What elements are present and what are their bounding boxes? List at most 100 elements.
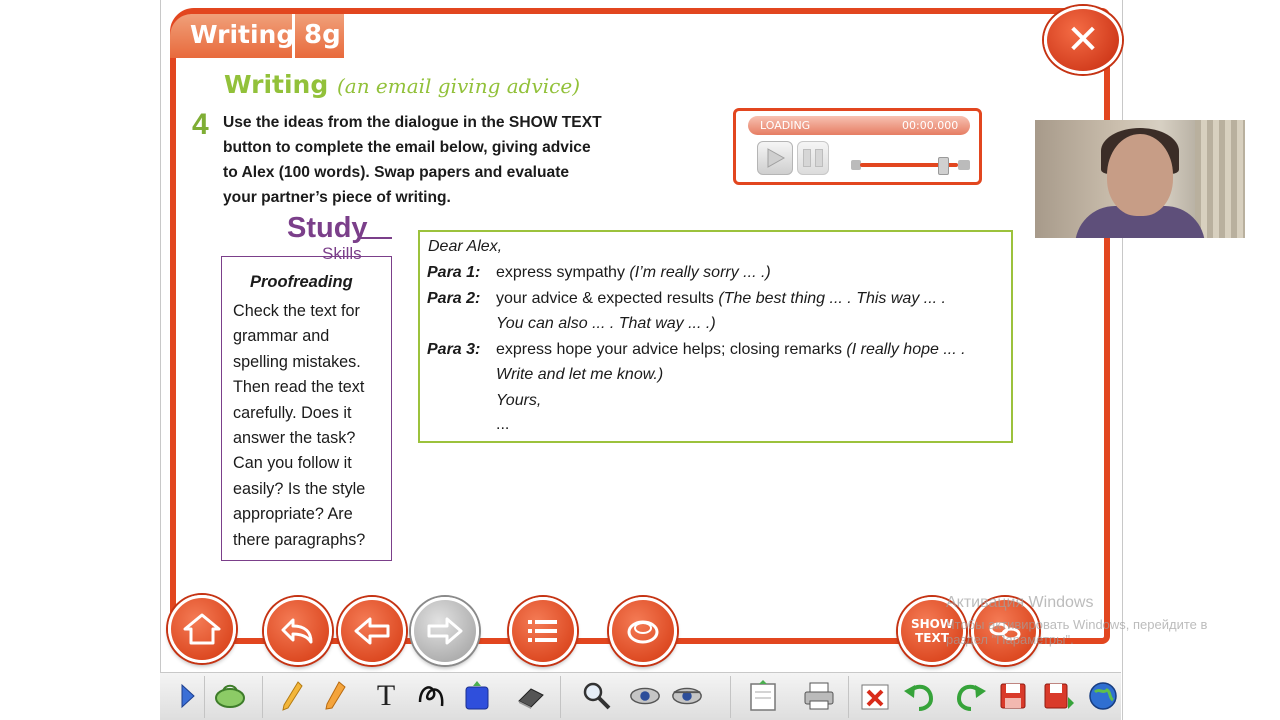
toolbar-mouse-button[interactable] bbox=[213, 678, 247, 714]
toolbar-divider bbox=[204, 676, 205, 718]
toolbar-zoom-button[interactable] bbox=[580, 678, 614, 714]
para2-text: your advice & expected results bbox=[496, 290, 719, 307]
floppy-disk-arrow-icon bbox=[1044, 683, 1074, 709]
eye-closed-icon bbox=[672, 687, 702, 705]
study-line: Can you follow it bbox=[233, 454, 352, 473]
windows-activation-line: раздел "Параметры". bbox=[946, 632, 1074, 647]
disc-icon bbox=[627, 620, 659, 644]
toolbar-divider bbox=[730, 676, 731, 718]
toolbar-divider bbox=[262, 676, 263, 718]
audio-status: LOADING bbox=[760, 119, 811, 132]
unit-tab-number: 8g bbox=[304, 20, 341, 50]
toolbar-eraser-button[interactable] bbox=[514, 678, 548, 714]
task-instructions: Use the ideas from the dialogue in the S… bbox=[223, 110, 633, 210]
next-page-button[interactable] bbox=[411, 597, 479, 665]
close-icon: ✕ bbox=[1066, 17, 1100, 63]
play-button[interactable] bbox=[757, 141, 793, 175]
pause-button[interactable] bbox=[797, 141, 829, 175]
toolbar-web-button[interactable] bbox=[1086, 678, 1120, 714]
delete-icon bbox=[861, 684, 889, 710]
para1-text: express sympathy bbox=[496, 264, 630, 281]
windows-activation-title: Активация Windows bbox=[946, 594, 1094, 611]
arrow-left-icon bbox=[354, 617, 390, 645]
magnifier-icon bbox=[583, 682, 611, 710]
toolbar-pen-button[interactable] bbox=[275, 678, 309, 714]
square-icon bbox=[465, 681, 489, 710]
para3-text: express hope your advice helps; closing … bbox=[496, 341, 847, 358]
list-icon bbox=[528, 620, 557, 642]
email-outline-box bbox=[418, 230, 1013, 443]
pause-icon-bar bbox=[815, 149, 823, 167]
highlighter-icon bbox=[325, 681, 346, 710]
toolbar-shape-button[interactable] bbox=[460, 678, 494, 714]
toolbar-note-button[interactable] bbox=[746, 678, 780, 714]
section-heading: Writing (an email giving advice) bbox=[224, 70, 580, 99]
para1-example: (I’m really sorry ... .) bbox=[629, 264, 771, 281]
toolbar-divider bbox=[848, 676, 849, 718]
study-line: grammar and bbox=[233, 327, 330, 346]
study-skills-title: Study bbox=[287, 212, 368, 244]
toolbar-save-button[interactable] bbox=[996, 678, 1030, 714]
para2-label: Para 2: bbox=[427, 290, 481, 307]
email-signature: ... bbox=[496, 416, 510, 433]
text-tool-icon: T bbox=[376, 679, 396, 712]
close-button[interactable]: ✕ bbox=[1044, 6, 1122, 74]
arrow-right-icon bbox=[427, 617, 463, 645]
para3-example: (I really hope ... . bbox=[846, 341, 966, 358]
home-button[interactable] bbox=[168, 595, 236, 663]
audio-time: 00:00.000 bbox=[902, 119, 959, 132]
email-greeting: Dear Alex, bbox=[428, 238, 503, 255]
home-icon bbox=[183, 613, 221, 645]
para1-label: Para 1: bbox=[427, 264, 481, 281]
toolbar-undo-button[interactable] bbox=[903, 678, 937, 714]
toolbar-clear-button[interactable] bbox=[858, 678, 892, 714]
toolbar-freehand-button[interactable] bbox=[415, 678, 449, 714]
webcam-person-face bbox=[1107, 134, 1173, 216]
undo-icon bbox=[904, 684, 934, 711]
toolbar-save-as-button[interactable] bbox=[1041, 678, 1075, 714]
toolbar-reveal-button[interactable] bbox=[628, 678, 662, 714]
task-line: Use the ideas from the dialogue in the S… bbox=[223, 114, 602, 131]
para2-example-cont: You can also ... . That way ... .) bbox=[496, 315, 716, 332]
study-line: there paragraphs? bbox=[233, 530, 366, 549]
floppy-disk-icon bbox=[1000, 683, 1026, 709]
toolbar-print-button[interactable] bbox=[802, 678, 836, 714]
task-line: your partner’s piece of writing. bbox=[223, 189, 451, 206]
contents-button[interactable] bbox=[509, 597, 577, 665]
toolbar-expand-button[interactable] bbox=[170, 678, 204, 714]
study-line: Then read the text bbox=[233, 378, 365, 397]
para3-label: Para 3: bbox=[427, 341, 481, 358]
undo-arrow-icon bbox=[281, 618, 313, 644]
curve-icon bbox=[418, 686, 444, 707]
toolbar-highlighter-button[interactable] bbox=[318, 678, 352, 714]
toolbar-divider bbox=[560, 676, 561, 718]
back-to-start-button[interactable] bbox=[264, 597, 332, 665]
eraser-icon bbox=[518, 688, 544, 709]
study-line: spelling mistakes. bbox=[233, 352, 361, 371]
mouse-icon bbox=[215, 684, 245, 708]
task-number: 4 bbox=[192, 108, 209, 141]
note-icon bbox=[750, 680, 776, 711]
volume-high-icon bbox=[958, 160, 970, 170]
webcam-video bbox=[1035, 120, 1245, 238]
toolbar-redo-button[interactable] bbox=[953, 678, 987, 714]
unit-tab-title: Writing bbox=[190, 20, 295, 49]
para3-example-cont: Write and let me know.) bbox=[496, 366, 664, 383]
email-signoff: Yours, bbox=[496, 392, 542, 409]
eye-icon bbox=[630, 687, 660, 705]
pause-icon bbox=[803, 149, 811, 167]
toolbar-text-button[interactable]: T bbox=[369, 678, 403, 714]
webcam-curtain bbox=[1195, 120, 1245, 238]
chevron-right-icon bbox=[181, 683, 195, 709]
previous-page-button[interactable] bbox=[338, 597, 406, 665]
printer-icon bbox=[804, 682, 834, 710]
para2-example: (The best thing ... . This way ... . bbox=[718, 290, 946, 307]
unit-tab-divider bbox=[292, 14, 295, 58]
volume-slider-handle[interactable] bbox=[937, 157, 949, 175]
study-line: answer the task? bbox=[233, 429, 356, 448]
disc-button[interactable] bbox=[609, 597, 677, 665]
section-title: Writing bbox=[224, 70, 329, 99]
redo-icon bbox=[956, 684, 986, 711]
study-line: Check the text for bbox=[233, 302, 360, 320]
toolbar-hide-button[interactable] bbox=[670, 678, 704, 714]
